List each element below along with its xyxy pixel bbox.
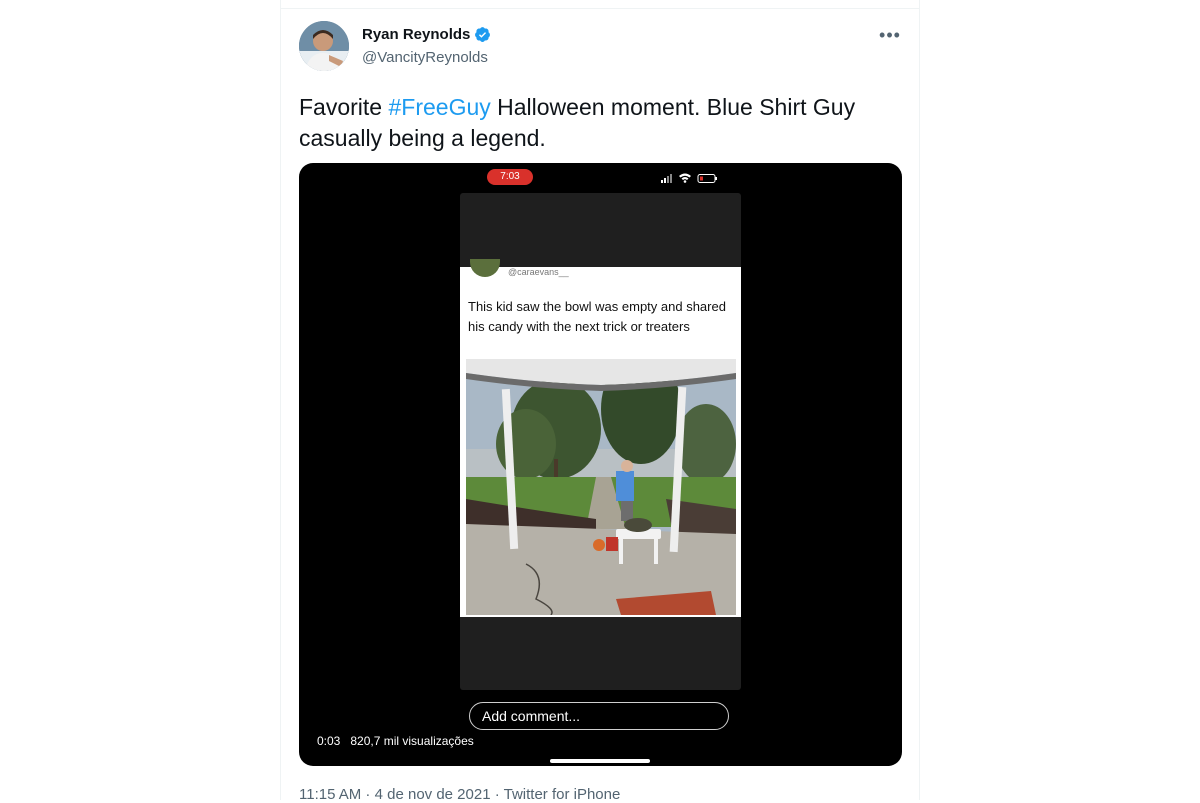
video-meta: 0:03 820,7 mil visualizações (317, 734, 484, 748)
more-options-icon[interactable]: ••• (877, 22, 903, 48)
home-indicator (550, 759, 650, 763)
embedded-tweet-avatar (470, 259, 500, 277)
tweet-footer: 11:15 AM · 4 de nov de 2021 · Twitter fo… (299, 786, 620, 803)
doorbell-camera-image (466, 359, 736, 615)
embedded-tweet-text: This kid saw the bowl was empty and shar… (468, 299, 726, 334)
hashtag-link[interactable]: #FreeGuy (388, 94, 490, 120)
signal-icon (661, 174, 672, 183)
tweet-time[interactable]: 11:15 AM (299, 786, 361, 803)
footer-separator-2: · (490, 786, 504, 803)
video-timestamp: 0:03 (317, 734, 341, 748)
embedded-tweet: @caraevans__ This kid saw the bowl was e… (460, 259, 741, 617)
author-avatar[interactable] (299, 21, 349, 71)
divider (281, 8, 919, 9)
author-handle[interactable]: @VancityReynolds (362, 49, 488, 66)
tweet-source[interactable]: Twitter for iPhone (504, 786, 621, 803)
add-comment-input[interactable]: Add comment... (469, 702, 729, 730)
phone-status-icons (661, 173, 717, 183)
wifi-icon (679, 173, 691, 183)
phone-clock: 7:03 (487, 169, 533, 185)
embedded-tweet-handle: @caraevans__ (508, 267, 569, 277)
author-display-name[interactable]: Ryan Reynolds (362, 26, 470, 43)
video-player[interactable]: 7:03 @caraevans__ This kid saw the bowl … (299, 163, 902, 766)
tweet-text: Favorite #FreeGuy Halloween moment. Blue… (299, 92, 899, 154)
tweet-date[interactable]: 4 de nov de 2021 (375, 786, 491, 803)
author-name-row[interactable]: Ryan Reynolds (362, 26, 491, 43)
battery-icon (697, 174, 717, 183)
video-view-count: 820,7 mil visualizações (350, 734, 474, 748)
footer-separator: · (361, 786, 375, 803)
phone-screen: @caraevans__ This kid saw the bowl was e… (460, 193, 741, 690)
tweet-text-before: Favorite (299, 94, 389, 120)
phone-status-bar: 7:03 (299, 163, 902, 189)
tweet-card: Ryan Reynolds @VancityReynolds ••• Favor… (280, 0, 920, 803)
verified-badge-icon (475, 27, 491, 42)
